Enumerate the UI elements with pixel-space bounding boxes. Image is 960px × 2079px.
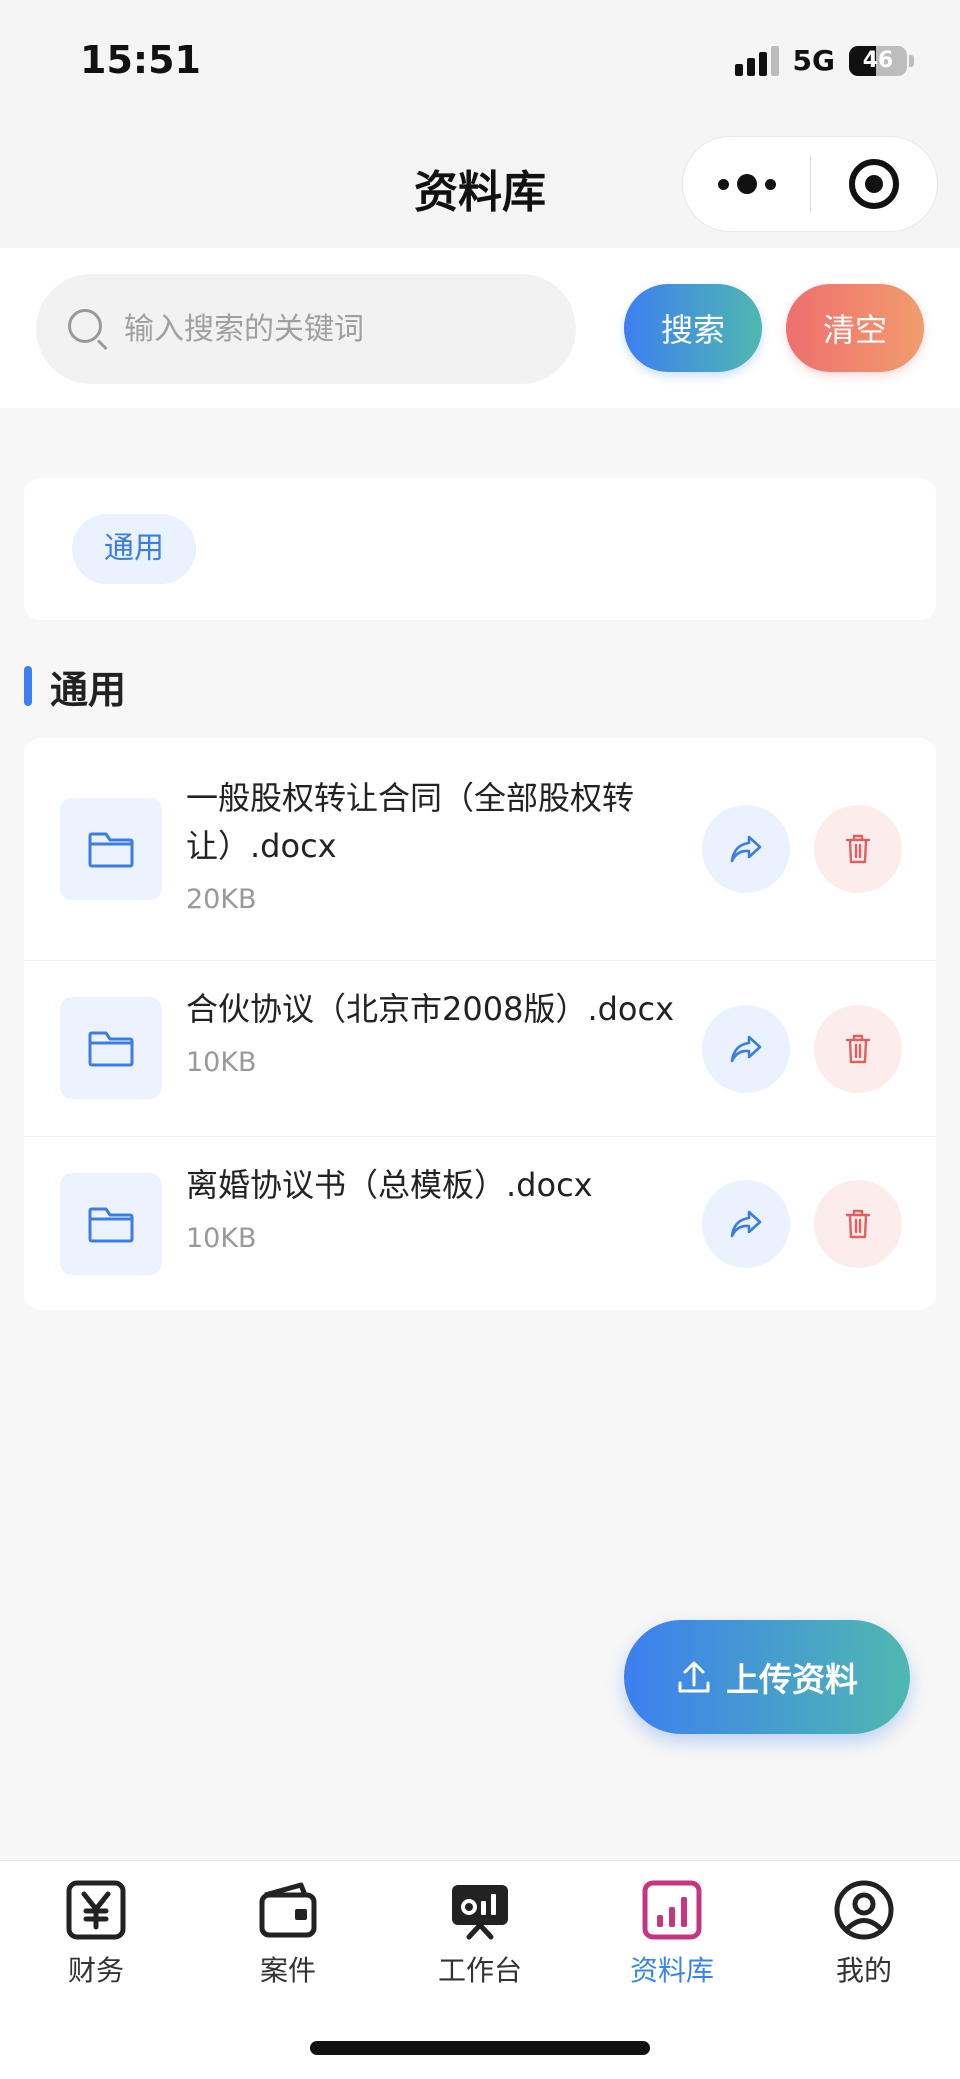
folder-icon bbox=[60, 798, 162, 900]
file-size: 10KB bbox=[186, 1047, 257, 1078]
delete-button[interactable] bbox=[814, 1180, 902, 1268]
category-filter-card: 通用 bbox=[24, 478, 936, 620]
status-bar: 15:51 5G 46 bbox=[0, 0, 960, 120]
more-dots-icon-right bbox=[764, 178, 776, 190]
share-button[interactable] bbox=[702, 1180, 790, 1268]
signal-icon bbox=[734, 45, 779, 76]
delete-button[interactable] bbox=[814, 1005, 902, 1093]
trash-icon bbox=[845, 1034, 871, 1064]
battery-level: 46 bbox=[862, 47, 894, 73]
tab-mine[interactable]: 我的 bbox=[768, 1879, 960, 1999]
battery-icon: 46 bbox=[849, 45, 907, 76]
tab-finance[interactable]: 财务 bbox=[0, 1879, 192, 1999]
section-accent-bar bbox=[24, 666, 32, 706]
status-indicators: 5G 46 bbox=[734, 44, 914, 77]
search-button[interactable]: 搜索 bbox=[624, 284, 762, 372]
battery-cap bbox=[909, 54, 914, 67]
workbench-icon bbox=[452, 1885, 508, 1940]
list-item[interactable]: 离婚协议书（总模板）.docx 10KB bbox=[24, 1136, 936, 1310]
file-size: 10KB bbox=[186, 1223, 257, 1254]
file-size: 20KB bbox=[186, 884, 257, 915]
mini-program-capsule bbox=[682, 136, 938, 232]
tab-label: 案件 bbox=[259, 1954, 316, 1987]
tab-library[interactable]: 资料库 bbox=[576, 1879, 768, 1999]
file-name: 离婚协议书（总模板）.docx bbox=[186, 1166, 593, 1204]
trash-icon bbox=[845, 834, 871, 864]
delete-button[interactable] bbox=[814, 805, 902, 893]
file-name: 合伙协议（北京市2008版）.docx bbox=[186, 990, 675, 1028]
list-item[interactable]: 一般股权转让合同（全部股权转让）.docx 20KB bbox=[24, 738, 936, 960]
section-title: 通用 bbox=[50, 667, 127, 712]
category-chip-general[interactable]: 通用 bbox=[72, 514, 196, 584]
more-dots-icon bbox=[717, 178, 729, 190]
nav-bar: 资料库 bbox=[0, 120, 960, 248]
user-icon bbox=[834, 1880, 894, 1940]
tab-label: 我的 bbox=[835, 1954, 892, 1987]
clear-button[interactable]: 清空 bbox=[786, 284, 924, 372]
search-box[interactable] bbox=[36, 274, 576, 384]
file-name: 一般股权转让合同（全部股权转让）.docx bbox=[186, 779, 635, 865]
yen-icon bbox=[66, 1880, 126, 1940]
share-icon bbox=[730, 1210, 762, 1238]
tab-workbench[interactable]: 工作台 bbox=[384, 1879, 576, 1999]
trash-icon bbox=[845, 1209, 871, 1239]
tab-label: 工作台 bbox=[437, 1954, 522, 1987]
tab-label: 财务 bbox=[67, 1954, 124, 1987]
more-dots-icon-center bbox=[736, 174, 757, 194]
home-indicator[interactable] bbox=[310, 2041, 650, 2055]
file-list: 一般股权转让合同（全部股权转让）.docx 20KB 合伙协议（北京市2008版… bbox=[24, 738, 936, 1310]
search-icon bbox=[68, 309, 108, 351]
upload-button[interactable]: 上传资料 bbox=[624, 1620, 910, 1734]
section-header: 通用 bbox=[24, 662, 126, 712]
share-icon bbox=[730, 1035, 762, 1063]
close-mini-program-button[interactable] bbox=[811, 136, 937, 232]
share-icon bbox=[730, 835, 762, 863]
search-section: 搜索 清空 bbox=[0, 248, 960, 408]
list-item[interactable]: 合伙协议（北京市2008版）.docx 10KB bbox=[24, 960, 936, 1136]
share-button[interactable] bbox=[702, 1005, 790, 1093]
bottom-tab-bar: 财务 案件 工作台 资料库 我的 bbox=[0, 1860, 960, 2079]
wallet-icon bbox=[259, 1882, 317, 1938]
upload-icon bbox=[678, 1661, 710, 1693]
status-time: 15:51 bbox=[80, 38, 201, 82]
folder-icon bbox=[60, 1173, 162, 1275]
share-button[interactable] bbox=[702, 805, 790, 893]
search-input[interactable] bbox=[124, 311, 564, 347]
folder-icon bbox=[60, 997, 162, 1099]
network-type: 5G bbox=[792, 44, 835, 77]
chart-icon bbox=[642, 1880, 702, 1940]
upload-button-label: 上传资料 bbox=[726, 1660, 858, 1699]
more-menu-button[interactable] bbox=[683, 136, 810, 232]
tab-label: 资料库 bbox=[629, 1954, 714, 1987]
tab-cases[interactable]: 案件 bbox=[192, 1879, 384, 1999]
target-icon bbox=[848, 159, 899, 209]
